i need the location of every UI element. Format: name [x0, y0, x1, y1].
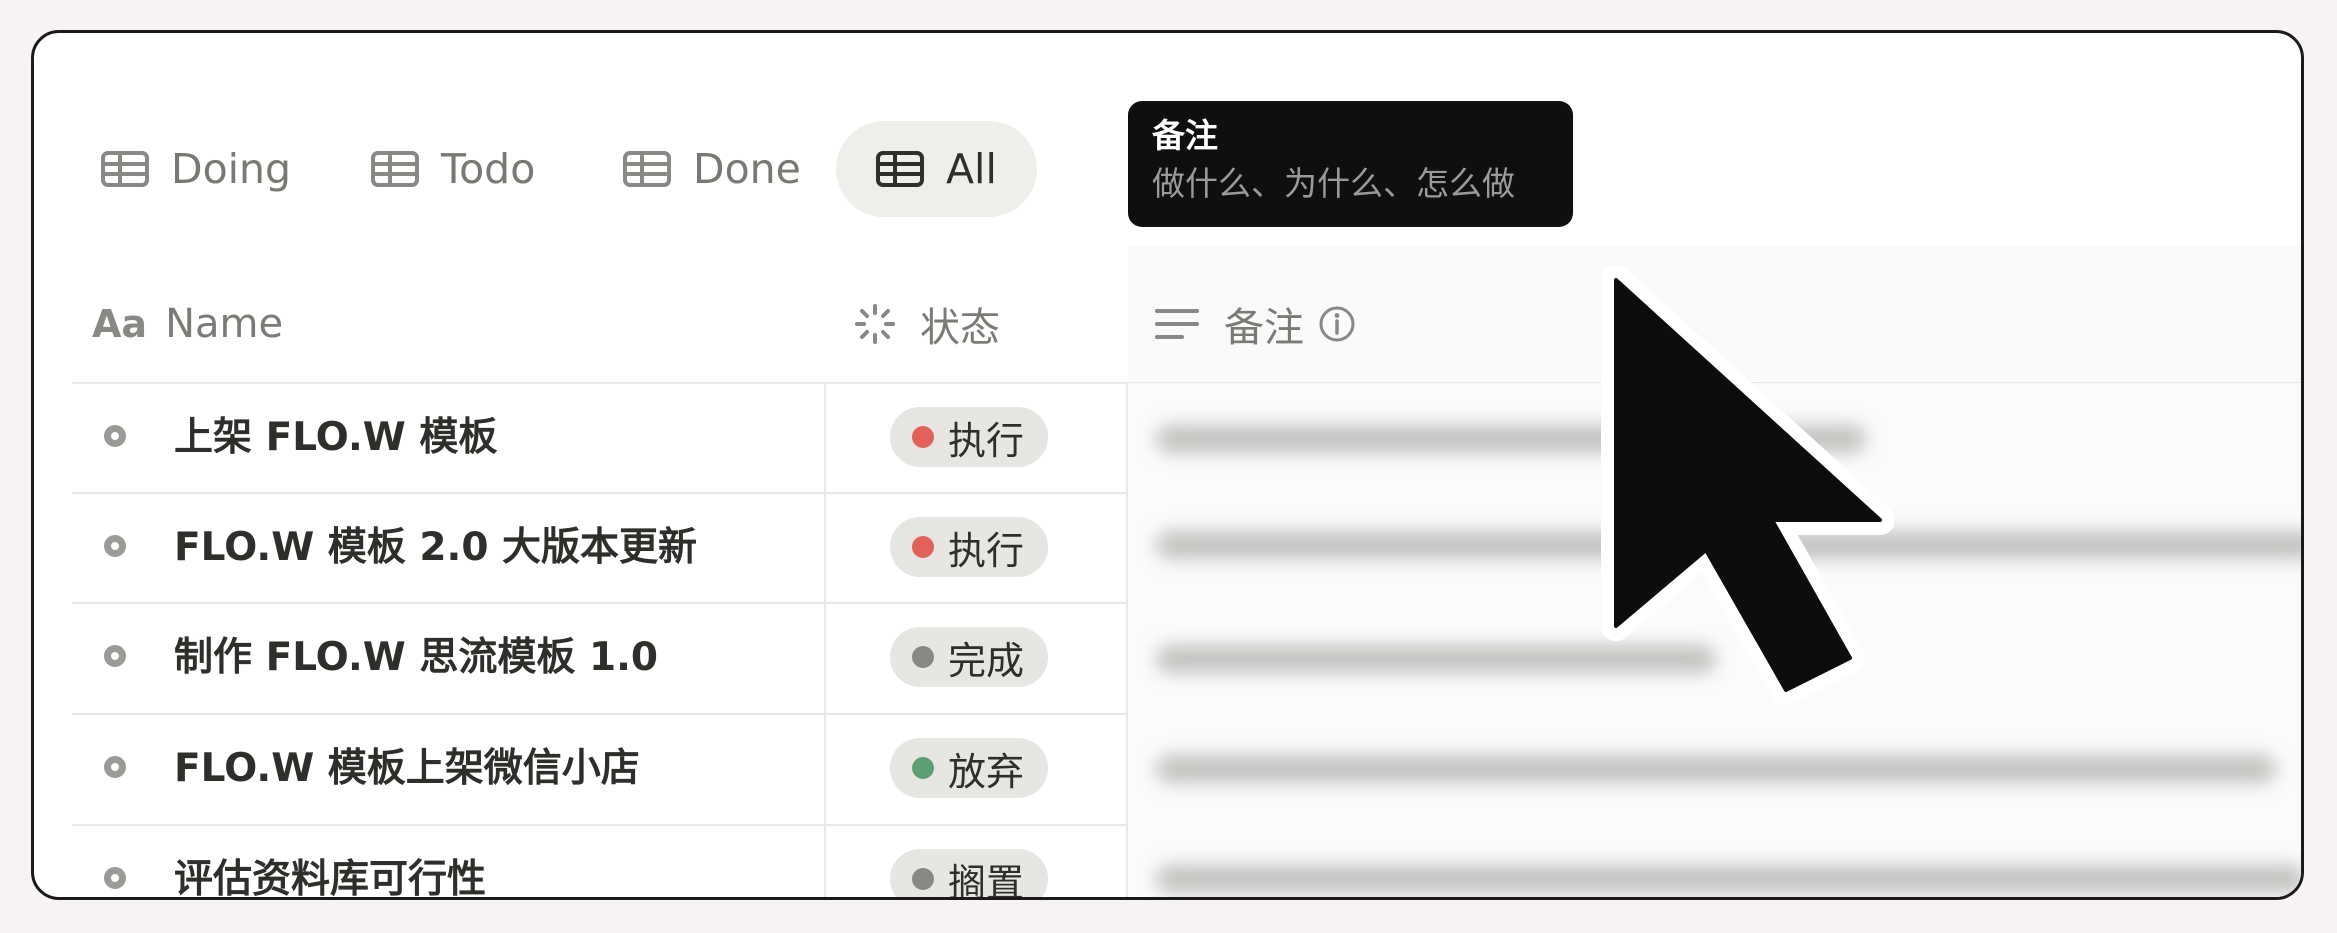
status-dot	[912, 426, 934, 448]
tab-label: All	[946, 145, 997, 193]
table-row[interactable]: 上架 FLO.W 模板 执行	[72, 383, 1132, 493]
status-label: 执行	[948, 418, 1025, 463]
status-dot	[912, 646, 934, 668]
lines-icon	[1155, 309, 1199, 339]
row-name: FLO.W 模板 2.0 大版本更新	[174, 525, 698, 570]
table-icon	[623, 151, 671, 187]
table-row[interactable]: 制作 FLO.W 思流模板 1.0 完成	[72, 603, 1132, 713]
circle-icon	[104, 425, 126, 447]
text-type-icon: Aa	[92, 302, 148, 346]
tooltip-subtitle: 做什么、为什么、怎么做	[1152, 164, 1515, 203]
circle-icon	[104, 645, 126, 667]
blurred-note	[1156, 755, 2276, 783]
status-dot	[912, 757, 934, 779]
tab-doing[interactable]: Doing	[101, 121, 291, 217]
column-header-label: 状态	[920, 305, 1000, 351]
row-name: 评估资料库可行性	[174, 857, 487, 900]
column-header-notes[interactable]: 备注	[1154, 265, 1356, 383]
tab-label: Doing	[171, 145, 292, 193]
status-badge[interactable]: 执行	[890, 407, 1049, 467]
row-name: 上架 FLO.W 模板	[174, 415, 498, 460]
table-icon	[101, 151, 149, 187]
table-icon	[371, 151, 419, 187]
status-badge[interactable]: 放弃	[890, 738, 1049, 798]
table-row[interactable]: FLO.W 模板 2.0 大版本更新 执行	[72, 493, 1132, 603]
notes-tooltip: 备注 做什么、为什么、怎么做	[1128, 101, 1573, 227]
row-name: FLO.W 模板上架微信小店	[174, 746, 640, 791]
column-header-label: Name	[165, 301, 284, 347]
table-row[interactable]: 评估资料库可行性 搁置	[72, 825, 1132, 900]
circle-icon	[104, 535, 126, 557]
status-badge[interactable]: 搁置	[890, 849, 1049, 900]
tab-label: Todo	[441, 145, 536, 193]
column-header-name[interactable]: Aa Name	[92, 265, 283, 383]
status-spinner-icon	[855, 304, 895, 344]
tab-done[interactable]: Done	[623, 121, 801, 217]
mouse-pointer-icon	[1601, 265, 1894, 705]
table-row[interactable]: FLO.W 模板上架微信小店 放弃	[72, 714, 1132, 824]
circle-icon	[104, 756, 126, 778]
status-label: 搁置	[948, 860, 1025, 900]
tab-label: Done	[693, 145, 801, 193]
column-header-status[interactable]: 状态	[854, 265, 1000, 383]
status-dot	[912, 536, 934, 558]
status-badge[interactable]: 执行	[890, 517, 1049, 577]
blurred-note	[1156, 865, 2301, 893]
info-icon[interactable]	[1318, 305, 1356, 343]
tab-all[interactable]: All	[836, 121, 1037, 217]
tooltip-title: 备注	[1152, 116, 1218, 155]
status-label: 放弃	[948, 749, 1025, 794]
circle-icon	[104, 867, 126, 889]
row-name: 制作 FLO.W 思流模板 1.0	[174, 635, 659, 680]
table-icon	[876, 151, 924, 187]
column-header-label: 备注	[1224, 305, 1304, 351]
status-dot	[912, 868, 934, 890]
tab-todo[interactable]: Todo	[371, 121, 535, 217]
status-label: 完成	[948, 638, 1025, 683]
status-badge[interactable]: 完成	[890, 627, 1049, 687]
database-view: Doing Todo Done All 备注 做什么、为什么、怎么做 Aa Na…	[31, 30, 2304, 900]
status-label: 执行	[948, 528, 1025, 573]
